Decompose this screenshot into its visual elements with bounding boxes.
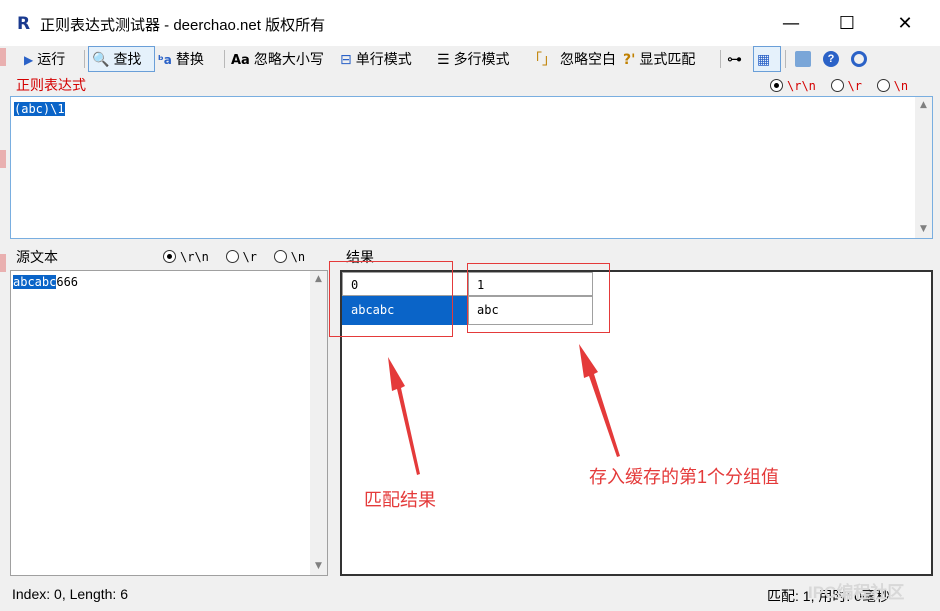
annotation-match-result: 匹配结果 <box>364 490 436 510</box>
arrow-group-value <box>579 344 620 457</box>
regex-tester-window: R 正则表达式测试器 - deerchao.net 版权所有 — ☐ ✕ ▶ 运行… <box>0 0 940 611</box>
status-index-length: Index: 0, Length: 6 <box>12 586 128 602</box>
status-bar: Index: 0, Length: 6 匹配: 1, 用时: 0毫秒 <box>0 580 940 611</box>
arrow-match-result <box>388 357 420 475</box>
watermark-text: IPC编程社区 <box>808 583 905 602</box>
annotation-group-value: 存入缓存的第1个分组值 <box>589 467 780 487</box>
annotation-arrows <box>388 344 620 475</box>
